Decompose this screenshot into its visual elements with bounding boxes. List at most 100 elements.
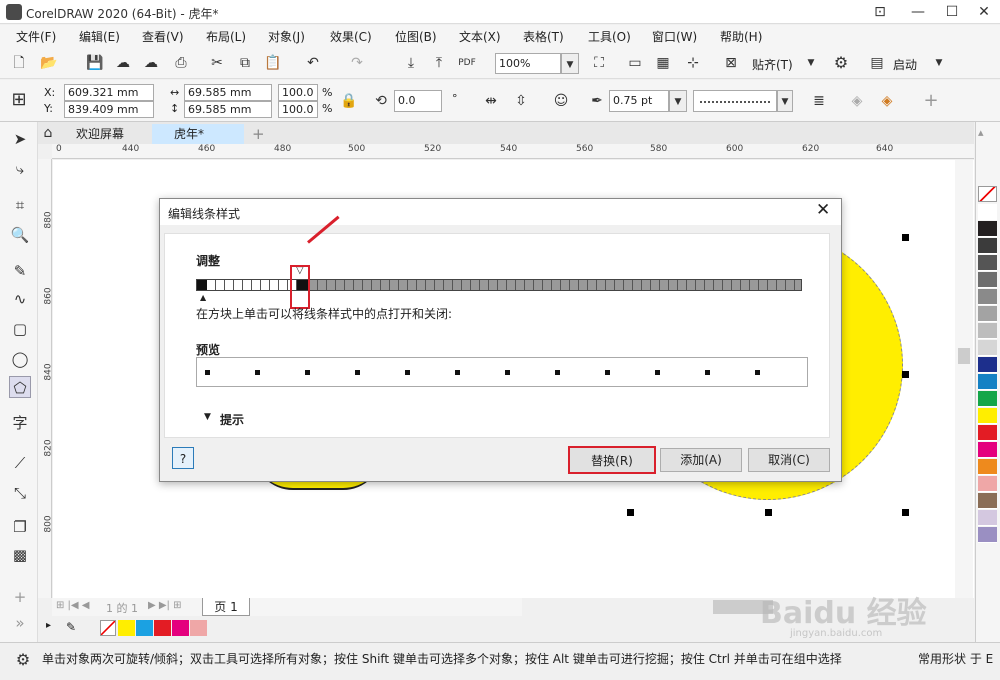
color-swatch[interactable] — [978, 255, 997, 271]
document-color-swatch[interactable] — [136, 620, 153, 636]
expand-icon[interactable]: » — [9, 612, 31, 634]
color-swatch[interactable] — [978, 374, 997, 390]
no-fill-swatch[interactable] — [100, 620, 116, 636]
scale-y-field[interactable]: 100.0 — [278, 101, 318, 118]
selection-handle[interactable] — [902, 234, 909, 241]
no-color-swatch[interactable] — [978, 186, 997, 202]
home-icon[interactable]: ⌂ — [38, 122, 58, 144]
close-window-button[interactable]: ✕ — [974, 2, 994, 22]
drop-shadow-icon[interactable]: ❐ — [9, 516, 31, 538]
color-swatch[interactable] — [978, 527, 997, 543]
snap-dropdown-icon[interactable]: ▼ — [800, 52, 822, 74]
rectangle-tool-icon[interactable]: ▢ — [9, 318, 31, 340]
freehand-tool-icon[interactable]: ✎ — [9, 260, 31, 282]
import-icon[interactable]: ⤓ — [400, 52, 422, 74]
menu-file[interactable]: 文件(F) — [16, 28, 56, 45]
document-color-swatch[interactable] — [190, 620, 207, 636]
save-icon[interactable]: 💾 — [84, 52, 106, 74]
launch-dropdown-icon[interactable]: ▼ — [928, 52, 950, 74]
maximize-button[interactable]: ☐ — [942, 2, 962, 22]
line-style-selector[interactable] — [693, 90, 777, 112]
width-field[interactable]: 69.585 mm — [184, 84, 272, 101]
snap-to-label[interactable]: 贴齐(T) — [752, 56, 793, 73]
page-1-tab[interactable]: 页 1 — [202, 598, 250, 616]
polygon-tool-icon[interactable]: ⬠ — [9, 376, 31, 398]
export-icon[interactable]: ⤒ — [428, 52, 450, 74]
dialog-close-icon[interactable]: ✕ — [816, 200, 830, 220]
position-grid-icon[interactable]: ⊞ — [8, 89, 30, 111]
print-icon[interactable]: ⎙ — [170, 52, 192, 74]
user-icon[interactable]: ⊡ — [870, 2, 890, 22]
menu-text[interactable]: 文本(X) — [459, 28, 501, 45]
line-style-dropdown-icon[interactable]: ▼ — [777, 90, 793, 112]
selection-handle[interactable] — [765, 509, 772, 516]
rotation-angle-field[interactable]: 0.0 — [394, 90, 442, 112]
page-nav-last-icon[interactable]: ▶ ▶| ⊞ — [148, 600, 182, 611]
page-nav-first-icon[interactable]: ⊞ |◀ ◀ — [56, 600, 90, 611]
tab-document[interactable]: 虎年* — [152, 124, 244, 144]
guidelines-icon[interactable]: ⊹ — [682, 52, 704, 74]
menu-window[interactable]: 窗口(W) — [652, 28, 697, 45]
tips-label[interactable]: 提示 — [220, 411, 244, 428]
minimize-button[interactable]: — — [908, 2, 928, 22]
menu-tools[interactable]: 工具(O) — [588, 28, 631, 45]
replace-button[interactable]: 替换(R) — [568, 446, 656, 474]
document-color-swatch[interactable] — [172, 620, 189, 636]
open-folder-icon[interactable]: 📂 — [38, 52, 60, 74]
cloud-icon[interactable]: ☁ — [140, 52, 162, 74]
layers-icon[interactable]: ◈ — [876, 90, 898, 112]
menu-object[interactable]: 对象(J) — [268, 28, 305, 45]
color-swatch[interactable] — [978, 238, 997, 254]
outline-width-field[interactable]: 0.75 pt — [609, 90, 669, 112]
copy-icon[interactable]: ⧉ — [234, 52, 256, 74]
color-swatch[interactable] — [978, 459, 997, 475]
menu-view[interactable]: 查看(V) — [142, 28, 184, 45]
menu-layout[interactable]: 布局(L) — [206, 28, 246, 45]
x-position-field[interactable]: 609.321 mm — [64, 84, 154, 101]
document-color-swatch[interactable] — [118, 620, 135, 636]
transparency-icon[interactable]: ▩ — [9, 544, 31, 566]
launch-label[interactable]: 启动 — [893, 56, 917, 73]
status-gear-icon[interactable]: ⚙ — [12, 649, 34, 671]
color-swatch[interactable] — [978, 272, 997, 288]
eyedropper-icon[interactable]: ✎ — [66, 620, 76, 634]
document-color-swatch[interactable] — [154, 620, 171, 636]
color-swatch[interactable] — [978, 221, 997, 237]
menu-help[interactable]: 帮助(H) — [720, 28, 762, 45]
add-icon[interactable]: + — [920, 90, 942, 112]
layers-grey-icon[interactable]: ◈ — [846, 90, 868, 112]
cancel-button[interactable]: 取消(C) — [748, 448, 830, 472]
outline-width-dropdown-icon[interactable]: ▼ — [669, 90, 687, 112]
color-swatch[interactable] — [978, 442, 997, 458]
add-tab-button[interactable]: + — [246, 124, 271, 144]
color-swatch[interactable] — [978, 425, 997, 441]
mirror-horizontal-icon[interactable]: ⇹ — [480, 90, 502, 112]
palette-arrow-icon[interactable]: ▴ — [978, 126, 984, 139]
add-button[interactable]: 添加(A) — [660, 448, 742, 472]
zoom-tool-icon[interactable]: 🔍 — [9, 224, 31, 246]
ellipse-tool-icon[interactable]: ◯ — [9, 348, 31, 370]
color-swatch[interactable] — [978, 408, 997, 424]
paste-icon[interactable]: 📋 — [262, 52, 284, 74]
lock-ratio-icon[interactable]: 🔒 — [338, 90, 360, 112]
zoom-input[interactable]: 100% — [495, 53, 561, 74]
redo-icon[interactable]: ↷ — [346, 52, 368, 74]
menu-edit[interactable]: 编辑(E) — [79, 28, 120, 45]
text-wrap-icon[interactable]: ≣ — [808, 90, 830, 112]
menu-bitmap[interactable]: 位图(B) — [395, 28, 437, 45]
color-swatch[interactable] — [978, 357, 997, 373]
crop-tool-icon[interactable]: ⌗ — [9, 194, 31, 216]
text-tool-icon[interactable]: 字 — [9, 412, 31, 434]
color-swatch[interactable] — [978, 306, 997, 322]
tips-toggle-icon[interactable]: ▼ — [204, 412, 211, 422]
segment-on[interactable] — [197, 280, 207, 290]
new-document-icon[interactable]: 🗋 — [8, 52, 30, 74]
selection-handle[interactable] — [902, 509, 909, 516]
wrap-text-icon[interactable]: ☺ — [550, 90, 572, 112]
color-swatch[interactable] — [978, 391, 997, 407]
cut-icon[interactable]: ✂ — [206, 52, 228, 74]
vertical-scroll-thumb[interactable] — [958, 348, 970, 364]
grid-icon[interactable]: ▦ — [652, 52, 674, 74]
selection-handle[interactable] — [902, 371, 909, 378]
color-swatch[interactable] — [978, 493, 997, 509]
